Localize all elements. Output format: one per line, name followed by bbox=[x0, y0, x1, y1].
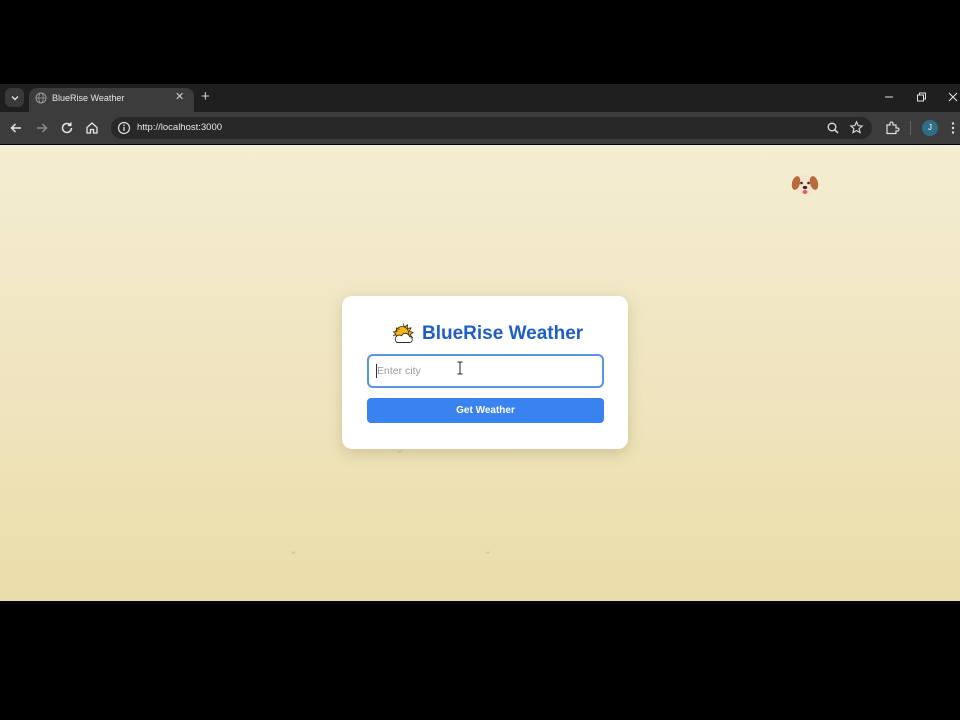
arrow-left-icon[interactable] bbox=[8, 120, 24, 136]
close-icon[interactable]: ✕ bbox=[175, 91, 184, 103]
reload-icon[interactable] bbox=[59, 120, 75, 136]
get-weather-button[interactable]: Get Weather bbox=[367, 398, 604, 423]
text-caret bbox=[376, 364, 377, 378]
arrow-right-icon[interactable] bbox=[34, 120, 50, 136]
tab-title: BlueRise Weather bbox=[52, 93, 125, 103]
toolbar-divider bbox=[910, 121, 911, 135]
ibeam-cursor-icon bbox=[457, 361, 463, 375]
kebab-menu-icon[interactable] bbox=[950, 120, 956, 136]
profile-avatar[interactable]: J bbox=[922, 120, 938, 136]
info-icon[interactable] bbox=[117, 121, 131, 135]
restore-icon[interactable] bbox=[914, 90, 928, 104]
home-icon[interactable] bbox=[84, 120, 100, 136]
chevron-down-icon bbox=[11, 95, 18, 100]
dog-face-icon bbox=[791, 175, 819, 195]
star-icon[interactable] bbox=[849, 120, 864, 135]
minimize-icon[interactable] bbox=[882, 90, 896, 104]
url-text[interactable]: http://localhost:3000 bbox=[137, 122, 222, 134]
address-bar[interactable] bbox=[111, 117, 872, 139]
puzzle-icon[interactable] bbox=[884, 120, 900, 136]
decor-mark bbox=[485, 551, 490, 554]
decor-mark bbox=[397, 450, 402, 453]
close-icon[interactable] bbox=[946, 90, 960, 104]
plus-icon[interactable]: + bbox=[201, 89, 210, 105]
zoom-icon[interactable] bbox=[826, 121, 840, 135]
tab-list-button[interactable] bbox=[5, 88, 24, 107]
sun-cloud-icon bbox=[392, 323, 414, 343]
globe-icon bbox=[35, 92, 47, 104]
city-input[interactable] bbox=[367, 354, 604, 388]
app-title: BlueRise Weather bbox=[422, 323, 584, 344]
decor-mark bbox=[291, 551, 296, 554]
